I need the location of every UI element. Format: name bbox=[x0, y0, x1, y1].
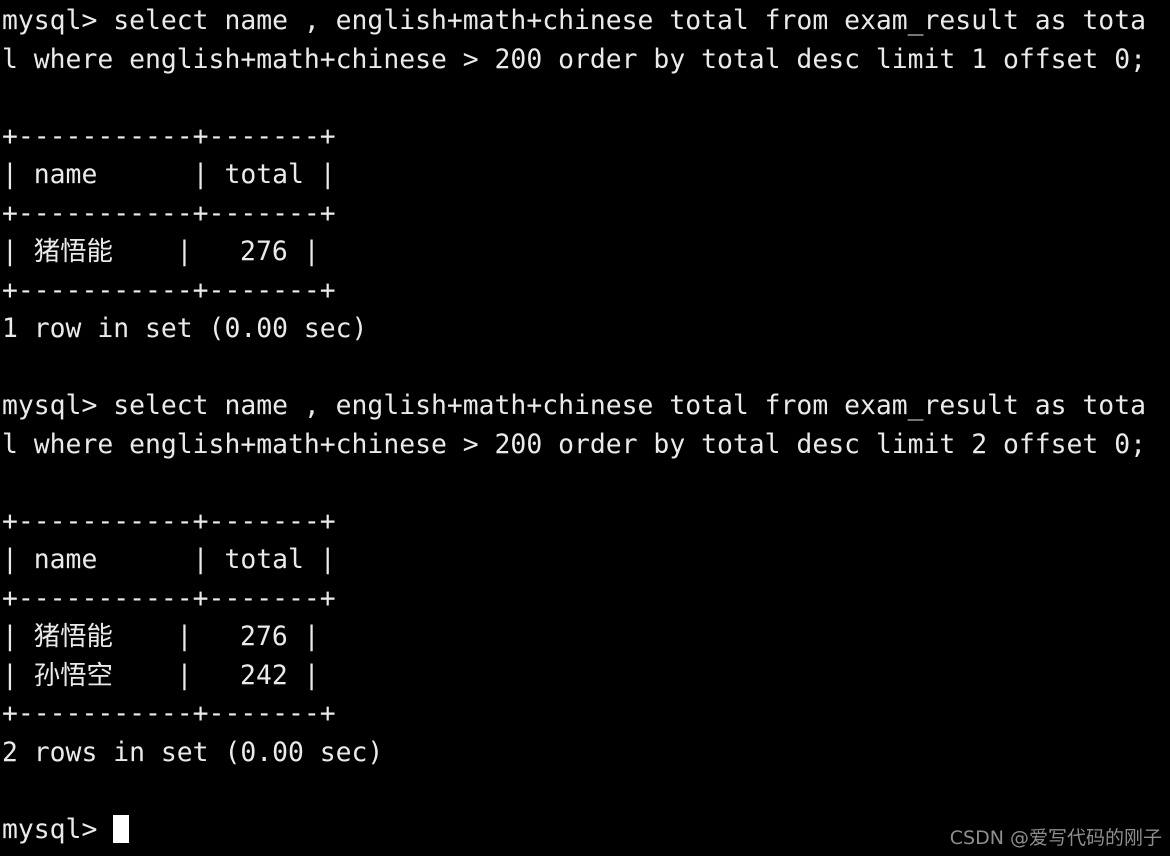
result-status: 2 rows in set (0.00 sec) bbox=[2, 736, 384, 768]
terminal-line: mysql> select name , english+math+chines… bbox=[2, 390, 1146, 421]
result-status: 1 row in set (0.00 sec) bbox=[2, 313, 368, 344]
table-border-bottom: +-----------+-------+ bbox=[2, 698, 336, 729]
prompt-label: mysql> bbox=[2, 813, 114, 845]
text-cursor bbox=[113, 814, 130, 843]
table-border-top: +-----------+-------+ bbox=[2, 120, 336, 152]
table-row: | 猪悟能 | 276 | bbox=[2, 621, 320, 652]
terminal-window[interactable]: mysql> select name , english+math+chines… bbox=[0, 0, 1170, 856]
terminal-line: mysql> select name , english+math+chines… bbox=[2, 5, 1146, 36]
table-border-mid: +-----------+-------+ bbox=[2, 582, 336, 614]
table-border-bottom: +-----------+-------+ bbox=[2, 274, 336, 306]
terminal-line: l where english+math+chinese > 200 order… bbox=[2, 428, 1146, 460]
table-row: | 孙悟空 | 242 | bbox=[2, 659, 320, 691]
table-border-top: +-----------+-------+ bbox=[2, 505, 336, 537]
table-header-row: | name | total | bbox=[2, 544, 336, 575]
terminal-line: l where english+math+chinese > 200 order… bbox=[2, 43, 1146, 75]
csdn-watermark: CSDN @爱写代码的刚子 bbox=[949, 827, 1162, 849]
table-header-row: | name | total | bbox=[2, 159, 336, 190]
table-row: | 猪悟能 | 276 | bbox=[2, 236, 320, 267]
table-border-mid: +-----------+-------+ bbox=[2, 197, 336, 229]
